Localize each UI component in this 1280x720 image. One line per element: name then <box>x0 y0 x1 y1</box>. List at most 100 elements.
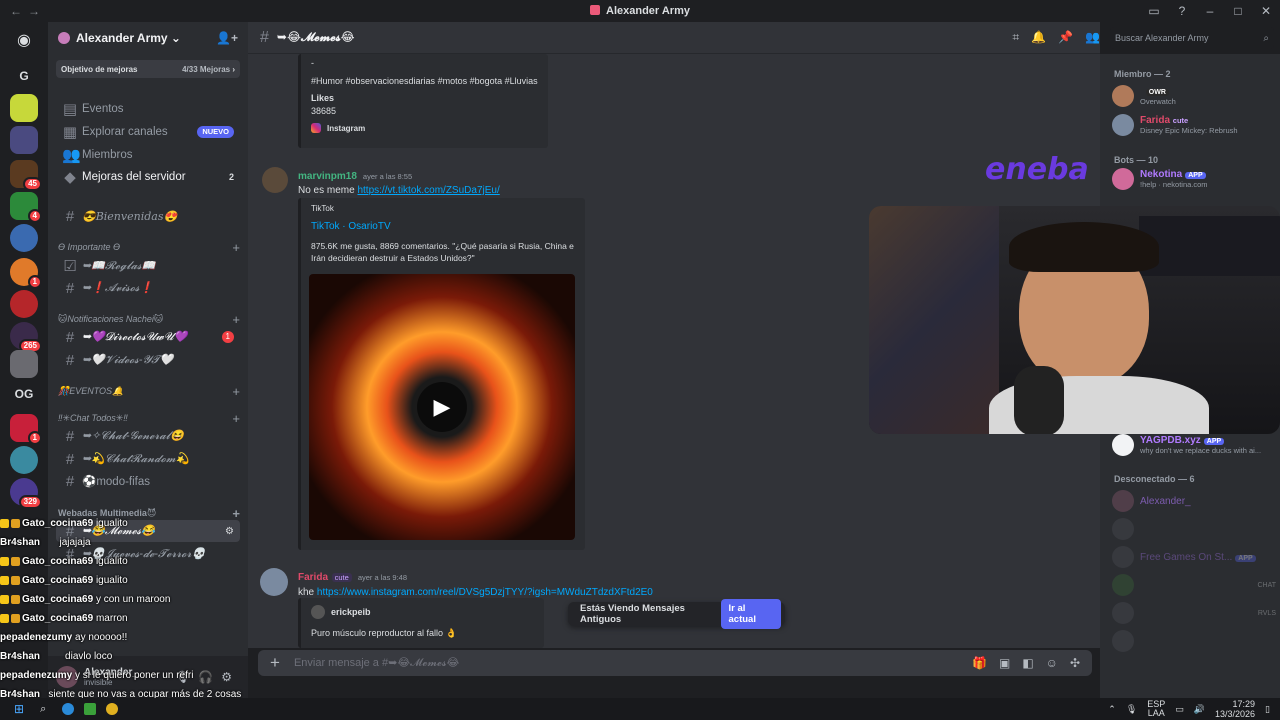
message-author[interactable]: marvinpm18 <box>298 171 357 182</box>
avatar[interactable] <box>260 568 288 596</box>
play-icon[interactable]: ▶ <box>417 382 467 432</box>
app-icon[interactable] <box>84 703 97 715</box>
channel-avisos[interactable]: # ➥❗𝓐𝓿𝓲𝓼𝓸𝓼❗ <box>56 277 240 299</box>
members-icon: 👥 <box>62 147 81 164</box>
boost-goal-bar[interactable]: Objetivo de mejoras 4/33 Mejoras › <box>56 60 240 78</box>
discord-home-icon[interactable]: ◉ <box>10 26 38 54</box>
minimize-icon[interactable]: – <box>1196 4 1224 18</box>
nav-eventos[interactable]: ▤ Eventos <box>56 98 240 120</box>
maximize-icon[interactable]: □ <box>1224 4 1252 18</box>
member-row[interactable] <box>1112 628 1276 654</box>
chrome-icon[interactable] <box>106 703 119 715</box>
category-eventos[interactable]: 🎊EVENTOS🔔 + <box>58 384 240 399</box>
hash-icon: # <box>65 450 75 468</box>
server-icon[interactable] <box>10 446 38 474</box>
folder-g[interactable]: G <box>10 62 38 90</box>
channel-chat-random[interactable]: # ➥💫𝓒𝓱𝓪𝓽𝓡𝓪𝓷𝓭𝓸𝓶💫 <box>56 448 240 470</box>
notifications-icon[interactable]: ▯ <box>1265 704 1270 715</box>
browse-icon: ▦ <box>62 124 78 141</box>
channel-bienvenidas[interactable]: # 😎Bienvenidas😍 <box>56 205 240 227</box>
server-icon[interactable]: 4 <box>10 192 42 223</box>
apps-icon[interactable]: ✣ <box>1070 656 1080 670</box>
category-importante[interactable]: ϴ Importante ϴ + <box>58 240 240 255</box>
server-icon[interactable]: 329 <box>10 478 42 509</box>
search-input[interactable]: Buscar Alexander Army ⌕ <box>1110 27 1274 49</box>
channel-chat-general[interactable]: # ➥✧𝓒𝓱𝓪𝓽-𝓖𝓮𝓷𝓮𝓻𝓪𝓵😆 <box>56 425 240 447</box>
member-row[interactable]: Farida cute Disney Epic Mickey: Rebrush <box>1112 112 1276 138</box>
threads-icon[interactable]: ⌗ <box>1012 30 1019 45</box>
nav-miembros[interactable]: 👥 Miembros <box>56 144 240 166</box>
video-thumbnail[interactable]: ▶ <box>309 274 575 540</box>
member-row-bot[interactable]: YAGPDB.xyz APP why don't we replace ducks … <box>1112 432 1276 458</box>
avatar <box>1112 114 1134 136</box>
member-row[interactable]: RVLS <box>1112 600 1276 626</box>
nav-explorar-canales[interactable]: ▦ Explorar canales NUEVO <box>56 121 240 143</box>
avatar[interactable] <box>262 167 288 193</box>
embed-title-link[interactable]: TikTok · OsarioTV <box>311 221 575 232</box>
server-icon[interactable] <box>10 94 38 122</box>
message-author[interactable]: Farida <box>298 572 328 583</box>
message-link[interactable]: https://www.instagram.com/reel/DVSg5DzjT… <box>317 587 653 598</box>
nav-mejoras[interactable]: ◆ Mejoras del servidor 2 <box>56 166 240 188</box>
server-icon[interactable] <box>10 350 38 378</box>
channel-reglas[interactable]: ☑ ➥📖𝓡𝓮𝓰𝓵𝓪𝓼📖 <box>56 255 240 277</box>
member-row[interactable]: CHAT <box>1112 572 1276 598</box>
bell-icon[interactable]: 🔔 <box>1031 30 1046 45</box>
header-tools: ⌗ 🔔 📌 👥 <box>1012 30 1100 45</box>
gift-icon[interactable]: 🎁 <box>972 656 987 670</box>
add-channel-icon[interactable]: + <box>232 312 240 327</box>
server-icon[interactable] <box>10 224 38 252</box>
message-link[interactable]: https://vt.tiktok.com/ZSuDa7jEu/ <box>357 185 499 196</box>
pin-icon[interactable]: 📌 <box>1058 30 1073 45</box>
clock[interactable]: 17:29 13/3/2026 <box>1215 699 1255 719</box>
search-icon[interactable]: ⌕ <box>40 703 46 716</box>
nav-arrows-icon[interactable]: ←→ <box>10 4 46 18</box>
server-icon[interactable]: 265 <box>10 322 42 353</box>
member-row[interactable]: Alexander_ <box>1112 488 1276 514</box>
member-row[interactable] <box>1112 516 1276 542</box>
folder-og[interactable]: OG <box>10 380 38 408</box>
tray-arrow-icon[interactable]: ⌃ <box>1108 704 1116 715</box>
invite-icon[interactable]: 👤+ <box>216 31 238 45</box>
category-notificaciones[interactable]: 🐱Notificaciones Nachei🐱 + <box>58 312 240 327</box>
inbox-icon[interactable]: ▭ <box>1140 4 1168 18</box>
channel-videos[interactable]: # ➥🤍𝓥𝓲𝓭𝓮𝓸𝓼-𝓨𝓣🤍 <box>56 349 240 371</box>
server-icon <box>590 5 601 15</box>
help-icon[interactable]: ? <box>1168 4 1196 18</box>
server-icon[interactable]: 1 <box>10 258 42 289</box>
search-icon: ⌕ <box>1263 32 1269 44</box>
taskbar: ⊞ ⌕ ⌃ 🎙 ESP LAA ▭ 🔊 17:29 13/3/2026 ▯ <box>0 698 1280 720</box>
server-icon[interactable] <box>10 290 38 318</box>
message-composer[interactable]: + Enviar mensaje a #➥😂𝓜𝓮𝓶𝓮𝓼😂 🎁 ▣ ◧ ☺ ✣ <box>258 650 1092 676</box>
add-channel-icon[interactable]: + <box>232 384 240 399</box>
category-chat-todos[interactable]: ‼✳Chat Todos✳‼ + <box>58 411 240 426</box>
server-icon[interactable]: 1 <box>10 414 42 445</box>
channel-modo-fifas[interactable]: # ⚽modo-fifas <box>56 470 240 492</box>
monitor-icon[interactable]: ▭ <box>1175 704 1184 715</box>
gif-icon[interactable]: ▣ <box>999 656 1010 670</box>
message-input[interactable]: Enviar mensaje a #➥😂𝓜𝓮𝓶𝓮𝓼😂 <box>294 656 459 670</box>
edge-icon[interactable] <box>62 703 75 715</box>
sticker-icon[interactable]: ◧ <box>1022 656 1033 670</box>
channel-directos[interactable]: # ➥💜𝓓𝓲𝓻𝓮𝓬𝓽𝓸𝓼𝓤𝔀𝓤💜 1 <box>56 326 240 348</box>
emoji-icon[interactable]: ☺ <box>1046 656 1058 670</box>
attach-plus-icon[interactable]: + <box>270 653 280 673</box>
tiktok-embed: TikTok TikTok · OsarioTV 875.6K me gusta… <box>298 198 585 550</box>
members-list-icon[interactable]: 👥 <box>1085 30 1100 45</box>
chat-line: Br4shan diavlo loco <box>0 651 113 662</box>
chat-line: pepadenezumy y si le quiero poner un ref… <box>0 670 194 681</box>
member-row-bot[interactable]: Nekotina APP !help · nekotina.com <box>1112 166 1276 192</box>
jump-to-present-button[interactable]: Ir al actual <box>720 599 781 629</box>
add-channel-icon[interactable]: + <box>232 240 240 255</box>
mic-icon[interactable]: 🎙 <box>1126 704 1137 715</box>
member-row[interactable]: OWR Overwatch <box>1112 83 1276 109</box>
server-icon[interactable]: 45 <box>10 160 42 191</box>
server-icon[interactable] <box>10 126 38 154</box>
close-icon[interactable]: ✕ <box>1252 4 1280 18</box>
server-header[interactable]: Alexander Army ⌄ 👤+ <box>48 22 248 54</box>
member-row[interactable]: Free Games On St... APP <box>1112 544 1276 570</box>
start-icon[interactable]: ⊞ <box>14 702 24 716</box>
volume-icon[interactable]: 🔊 <box>1194 704 1205 715</box>
add-channel-icon[interactable]: + <box>232 411 240 426</box>
avatar <box>1112 602 1134 624</box>
